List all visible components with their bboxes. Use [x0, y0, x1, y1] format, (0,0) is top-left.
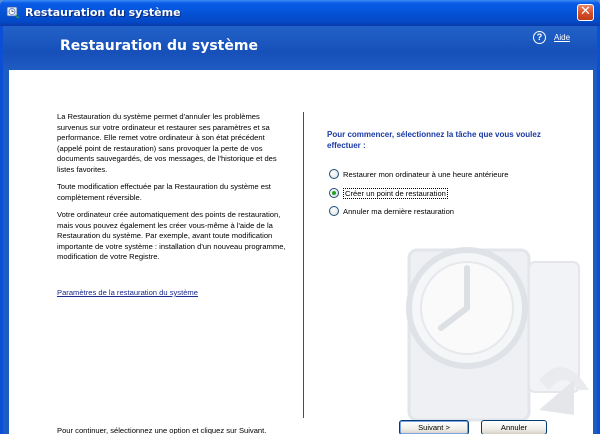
next-button[interactable]: Suivant >	[399, 420, 469, 434]
help-link[interactable]: Aide	[554, 33, 570, 42]
help-icon[interactable]: ?	[533, 31, 546, 44]
radio-button-selected[interactable]	[329, 188, 339, 198]
radio-button[interactable]	[329, 169, 339, 179]
radio-button[interactable]	[329, 206, 339, 216]
option-undo-last-restore[interactable]: Annuler ma dernière restauration	[329, 204, 454, 218]
system-restore-app-icon	[6, 6, 20, 18]
option-label[interactable]: Restaurer mon ordinateur à une heure ant…	[343, 170, 508, 179]
option-restore-earlier[interactable]: Restaurer mon ordinateur à une heure ant…	[329, 167, 508, 181]
option-create-restore-point[interactable]: Créer un point de restauration	[329, 186, 448, 200]
window-client-area: Restauration du système ? Aide La Restau…	[3, 26, 597, 434]
cancel-button[interactable]: Annuler	[481, 420, 547, 434]
clock-watermark-icon	[406, 247, 589, 422]
wizard-header: Restauration du système ? Aide	[3, 26, 597, 70]
task-prompt: Pour commencer, sélectionnez la tâche qu…	[327, 130, 541, 150]
system-restore-window: Restauration du système ✕ Restauration d…	[0, 0, 600, 434]
description-paragraph: Toute modification effectuée par la Rest…	[57, 182, 271, 202]
option-label[interactable]: Créer un point de restauration	[343, 187, 448, 199]
title-bar[interactable]: Restauration du système ✕	[0, 0, 600, 26]
wizard-content: La Restauration du système permet d'annu…	[9, 70, 593, 434]
close-button[interactable]: ✕	[577, 4, 594, 21]
option-label[interactable]: Annuler ma dernière restauration	[343, 207, 454, 216]
column-divider	[303, 112, 304, 418]
close-icon: ✕	[580, 4, 591, 19]
page-title: Restauration du système	[60, 38, 258, 54]
description-paragraph: La Restauration du système permet d'annu…	[57, 112, 277, 174]
footer-instruction: Pour continuer, sélectionnez une option …	[57, 426, 267, 434]
window-title: Restauration du système	[25, 6, 181, 19]
description-text: La Restauration du système permet d'annu…	[57, 112, 287, 270]
description-paragraph: Votre ordinateur crée automatiquement de…	[57, 210, 286, 261]
restore-settings-link[interactable]: Paramètres de la restauration du système	[57, 288, 198, 297]
